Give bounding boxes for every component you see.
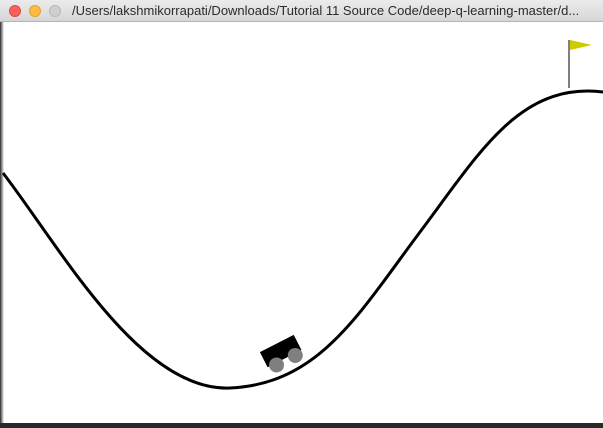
game-canvas[interactable]: [0, 22, 603, 423]
scene-svg: [1, 40, 603, 390]
maximize-icon[interactable]: [49, 5, 61, 17]
track-curve: [1, 89, 603, 390]
window-edge: [0, 22, 4, 423]
minimize-icon[interactable]: [29, 5, 41, 17]
app-window: /Users/lakshmikorrapati/Downloads/Tutori…: [0, 0, 603, 423]
title-bar[interactable]: /Users/lakshmikorrapati/Downloads/Tutori…: [0, 0, 603, 22]
car-icon: [259, 334, 303, 373]
window-title: /Users/lakshmikorrapati/Downloads/Tutori…: [72, 3, 580, 18]
flag-banner: [570, 40, 592, 50]
flag-icon: [568, 40, 592, 88]
close-icon[interactable]: [9, 5, 21, 17]
